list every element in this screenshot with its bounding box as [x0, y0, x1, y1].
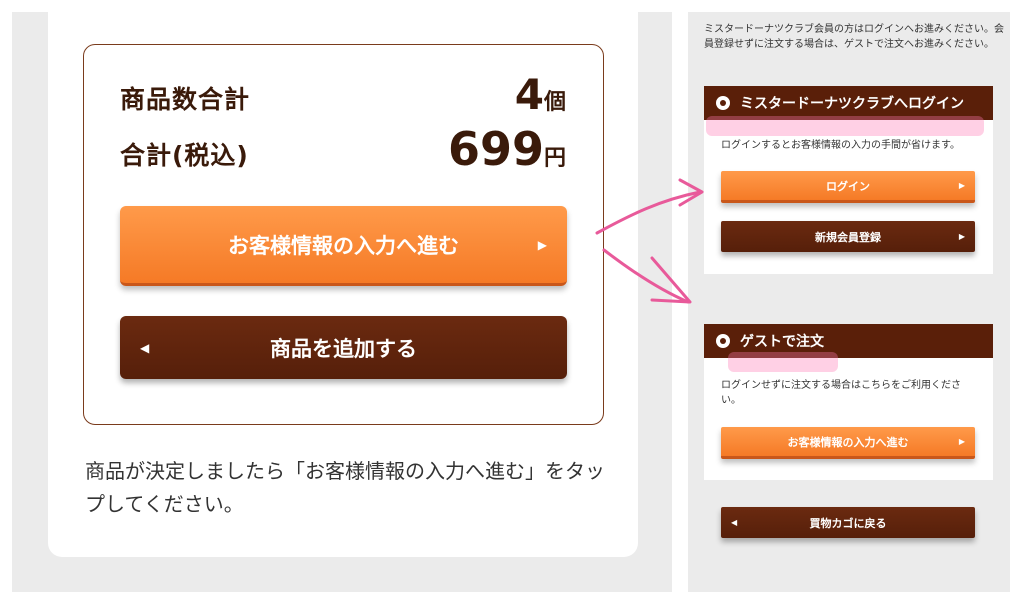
instruction-note: 商品が決定しましたら「お客様情報の入力へ進む」をタップしてください。	[85, 459, 605, 516]
proceed-button-label: お客様情報の入力へ進む	[228, 233, 459, 258]
register-button-label: 新規会員登録	[815, 230, 881, 244]
item-count-value: 4個	[515, 70, 566, 119]
guest-section-title: ゲストで注文	[740, 334, 824, 350]
guest-proceed-button[interactable]: お客様情報の入力へ進む ▶	[721, 427, 975, 459]
chevron-left-icon: ◀	[731, 518, 738, 527]
login-section-description: ログインするとお客様情報の入力の手間が省けます。	[721, 140, 960, 151]
register-member-button[interactable]: 新規会員登録 ▶	[721, 221, 975, 252]
guest-section-description: ログインせずに注文する場合はこちらをご利用ください。	[721, 380, 961, 406]
item-count-number: 4	[514, 70, 544, 119]
total-price-label: 合計(税込)	[120, 141, 249, 170]
login-button-label: ログイン	[826, 179, 870, 193]
chevron-right-icon: ▶	[958, 437, 965, 446]
pink-highlight-mark	[728, 352, 838, 372]
chevron-right-icon: ▶	[537, 237, 547, 252]
total-price-value: 699円	[448, 122, 566, 176]
guest-proceed-button-label: お客様情報の入力へ進む	[787, 435, 909, 449]
chevron-left-icon: ◀	[140, 340, 150, 355]
total-price-number: 699	[447, 122, 544, 176]
bullet-circle-icon	[716, 96, 730, 110]
login-section-header: ミスタードーナツクラブへログイン	[704, 86, 993, 120]
back-to-cart-button[interactable]: ◀ 買物カゴに戻る	[721, 507, 975, 538]
add-items-button[interactable]: ◀ 商品を追加する	[120, 316, 567, 379]
chevron-right-icon: ▶	[958, 181, 965, 190]
total-price-unit: 円	[543, 146, 566, 171]
bullet-circle-icon	[716, 334, 730, 348]
item-count-unit: 個	[543, 90, 566, 115]
back-to-cart-button-label: 買物カゴに戻る	[809, 516, 887, 530]
pink-highlight-mark	[706, 116, 984, 136]
login-button[interactable]: ログイン ▶	[721, 171, 975, 203]
proceed-to-customer-info-button[interactable]: お客様情報の入力へ進む ▶	[120, 206, 567, 286]
add-items-button-label: 商品を追加する	[270, 336, 417, 361]
item-count-label: 商品数合計	[120, 85, 251, 114]
login-guidance-text: ミスタードーナツクラブ会員の方はログインへお進みください。会員登録せずに注文する…	[704, 24, 1004, 50]
login-section-title: ミスタードーナツクラブへログイン	[740, 96, 964, 112]
chevron-right-icon: ▶	[958, 232, 965, 241]
